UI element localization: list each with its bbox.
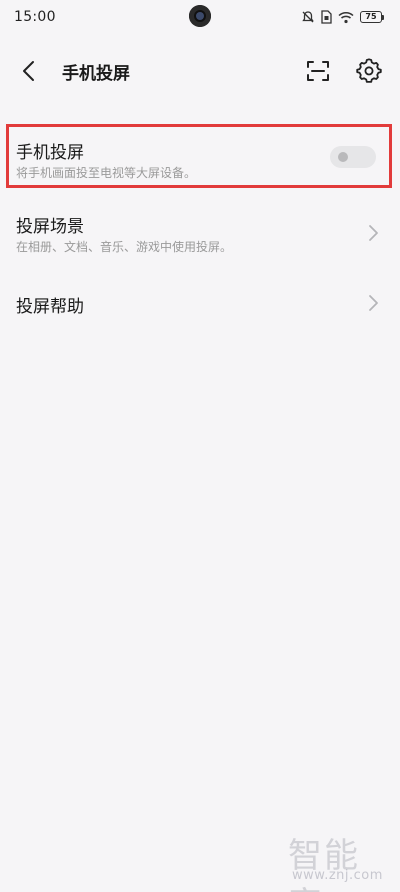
header: 手机投屏: [0, 48, 400, 94]
watermark-url: www.znj.com: [292, 868, 383, 883]
wifi-icon: [338, 11, 354, 23]
battery-level: 75: [360, 11, 382, 23]
setting-row-screen-mirroring[interactable]: 手机投屏 将手机画面投至电视等大屏设备。: [0, 122, 400, 190]
page-title: 手机投屏: [62, 64, 130, 84]
status-time: 15:00: [14, 9, 56, 25]
sim-icon: [321, 10, 332, 24]
status-icons: 75: [301, 10, 384, 24]
screen-mirroring-toggle[interactable]: [330, 146, 376, 168]
mute-icon: [302, 11, 314, 23]
toggle-knob: [338, 152, 348, 162]
setting-title: 手机投屏: [16, 143, 84, 163]
setting-subtitle: 在相册、文档、音乐、游戏中使用投屏。: [16, 240, 233, 254]
setting-title: 投屏帮助: [16, 297, 84, 317]
chevron-right-icon: [369, 225, 378, 241]
battery-icon: 75: [360, 11, 384, 23]
gear-icon[interactable]: [356, 58, 382, 84]
chevron-left-icon[interactable]: [18, 59, 42, 83]
front-camera: [189, 5, 211, 27]
setting-title: 投屏场景: [16, 217, 84, 237]
scan-icon[interactable]: [306, 59, 330, 83]
chevron-right-icon: [369, 295, 378, 311]
setting-row-cast-scenes[interactable]: 投屏场景 在相册、文档、音乐、游戏中使用投屏。: [0, 208, 400, 268]
setting-row-cast-help[interactable]: 投屏帮助: [0, 288, 400, 322]
watermark: 智能家 www.znj.com: [284, 828, 394, 892]
setting-subtitle: 将手机画面投至电视等大屏设备。: [16, 166, 197, 180]
